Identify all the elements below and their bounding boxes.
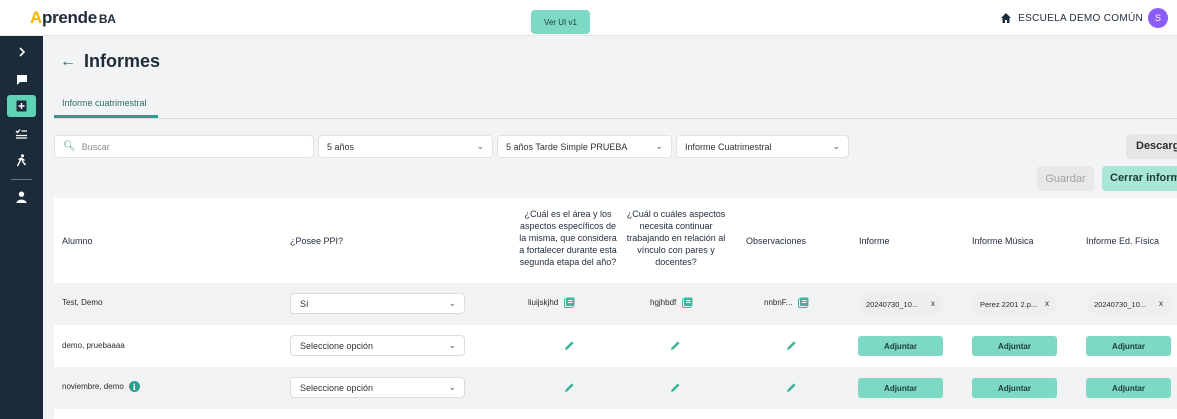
attach-report-button[interactable]: Adjuntar xyxy=(858,336,943,356)
person-running-icon xyxy=(16,153,27,166)
attach-pe-report-button[interactable]: Adjuntar xyxy=(1086,378,1171,398)
pencil-icon[interactable] xyxy=(786,382,797,393)
pe-report-file-chip[interactable]: 20240730_10... x xyxy=(1086,294,1171,314)
reports-table: Alumno ¿Posee PPI? ¿Cuál es el área y lo… xyxy=(54,198,1177,419)
header-ppi: ¿Posee PPI? xyxy=(290,236,344,246)
ppi-select[interactable]: Seleccione opción ⌄ xyxy=(290,377,465,398)
attach-music-report-button[interactable]: Adjuntar xyxy=(972,378,1057,398)
answer-question-2[interactable]: hgjhbdf xyxy=(650,297,693,308)
app-logo[interactable]: Aprende BA xyxy=(30,8,116,28)
sidebar-expand-button[interactable] xyxy=(7,41,36,63)
table-row: demo, pruebaaaa Seleccione opción ⌄ Adju… xyxy=(54,325,1177,367)
remove-file-icon[interactable]: x xyxy=(931,299,935,308)
attach-report-button[interactable]: Adjuntar xyxy=(858,378,943,398)
school-name: ESCUELA DEMO COMÚN xyxy=(1018,12,1143,24)
add-document-icon xyxy=(16,100,27,112)
ppi-select[interactable]: Sí ⌄ xyxy=(290,293,465,314)
observation-text[interactable]: nnbnF... xyxy=(764,297,809,308)
chevron-down-icon: ⌄ xyxy=(832,141,840,151)
header-music-report: Informe Música xyxy=(972,236,1034,246)
page-header: ← Informes xyxy=(60,51,160,72)
search-placeholder: Buscar xyxy=(81,141,110,152)
save-button[interactable]: Guardar xyxy=(1037,166,1094,191)
student-name: Test, Demo xyxy=(62,298,103,307)
chevron-right-icon xyxy=(18,47,25,57)
pencil-icon[interactable] xyxy=(786,340,797,351)
header-student: Alumno xyxy=(62,236,93,246)
pencil-icon[interactable] xyxy=(564,340,575,351)
attach-pe-report-button[interactable]: Adjuntar xyxy=(1086,336,1171,356)
attach-music-report-button[interactable]: Adjuntar xyxy=(972,336,1057,356)
info-icon[interactable]: i xyxy=(128,381,140,392)
back-arrow-icon[interactable]: ← xyxy=(60,53,76,71)
tab-informe-cuatrimestral[interactable]: Informe cuatrimestral xyxy=(54,96,158,118)
version-button[interactable]: Ver UI v1 xyxy=(531,10,590,34)
document-icon xyxy=(564,297,575,308)
student-name: noviembre, demo i xyxy=(62,381,140,392)
close-report-button[interactable]: Cerrar informe xyxy=(1102,166,1177,191)
chat-icon xyxy=(16,75,27,85)
header-question-1: ¿Cuál es el área y los aspectos específic… xyxy=(519,209,617,267)
header-pe-report: Informe Ed. Física xyxy=(1086,236,1160,246)
answer-question-1[interactable]: liuijskjhd xyxy=(528,297,575,308)
chevron-down-icon: ⌄ xyxy=(655,141,663,151)
age-select[interactable]: 5 años ⌄ xyxy=(318,135,493,158)
user-avatar[interactable]: S xyxy=(1148,8,1168,28)
user-icon xyxy=(16,191,27,203)
report-type-select[interactable]: Informe Cuatrimestral ⌄ xyxy=(676,135,849,158)
chevron-down-icon: ⌄ xyxy=(476,141,484,151)
table-row: noviembre, demo i Seleccione opción ⌄ Ad… xyxy=(54,367,1177,409)
sidebar-item-reports[interactable] xyxy=(7,95,36,117)
student-name: demo, pruebaaaa xyxy=(62,341,125,350)
download-button[interactable]: Descarga xyxy=(1126,134,1177,159)
report-file-chip[interactable]: 20240730_10... x xyxy=(858,294,943,314)
tab-divider xyxy=(54,118,1177,119)
sidebar-item-profile[interactable] xyxy=(7,186,36,208)
document-icon xyxy=(798,297,809,308)
top-bar: Aprende BA Ver UI v1 ESCUELA DEMO COMÚN S xyxy=(0,0,1177,36)
header-report: Informe xyxy=(859,236,890,246)
remove-file-icon[interactable]: x xyxy=(1045,299,1049,308)
pencil-icon[interactable] xyxy=(670,382,681,393)
table-row: Test, Demo Sí ⌄ liuijskjhd hgjhbdf nnbnF… xyxy=(54,283,1177,325)
list-check-icon xyxy=(15,128,27,139)
chevron-down-icon: ⌄ xyxy=(448,340,456,350)
pencil-icon[interactable] xyxy=(670,340,681,351)
sidebar xyxy=(0,36,43,419)
search-icon: 🔍︎ xyxy=(63,141,76,152)
header-observations: Observaciones xyxy=(746,236,807,246)
chevron-down-icon: ⌄ xyxy=(448,382,456,392)
home-icon xyxy=(1001,13,1012,23)
sidebar-item-messages[interactable] xyxy=(7,69,36,91)
chevron-down-icon: ⌄ xyxy=(448,298,456,308)
school-selector[interactable]: ESCUELA DEMO COMÚN xyxy=(1000,12,1143,24)
search-input[interactable]: 🔍︎ Buscar xyxy=(54,135,314,158)
section-select[interactable]: 5 años Tarde Simple PRUEBA ⌄ xyxy=(497,135,672,158)
music-report-file-chip[interactable]: Perez 2201 2.p... x xyxy=(972,294,1057,314)
remove-file-icon[interactable]: x xyxy=(1159,299,1163,308)
ppi-select[interactable]: Seleccione opción ⌄ xyxy=(290,335,465,356)
page-title: Informes xyxy=(84,51,161,71)
sidebar-item-attendance[interactable] xyxy=(7,122,36,144)
header-question-2: ¿Cuál o cuáles aspectos necesita continua… xyxy=(626,209,726,267)
document-icon xyxy=(682,297,693,308)
sidebar-item-activities[interactable] xyxy=(7,149,36,171)
pencil-icon[interactable] xyxy=(564,382,575,393)
sidebar-divider xyxy=(11,179,32,180)
